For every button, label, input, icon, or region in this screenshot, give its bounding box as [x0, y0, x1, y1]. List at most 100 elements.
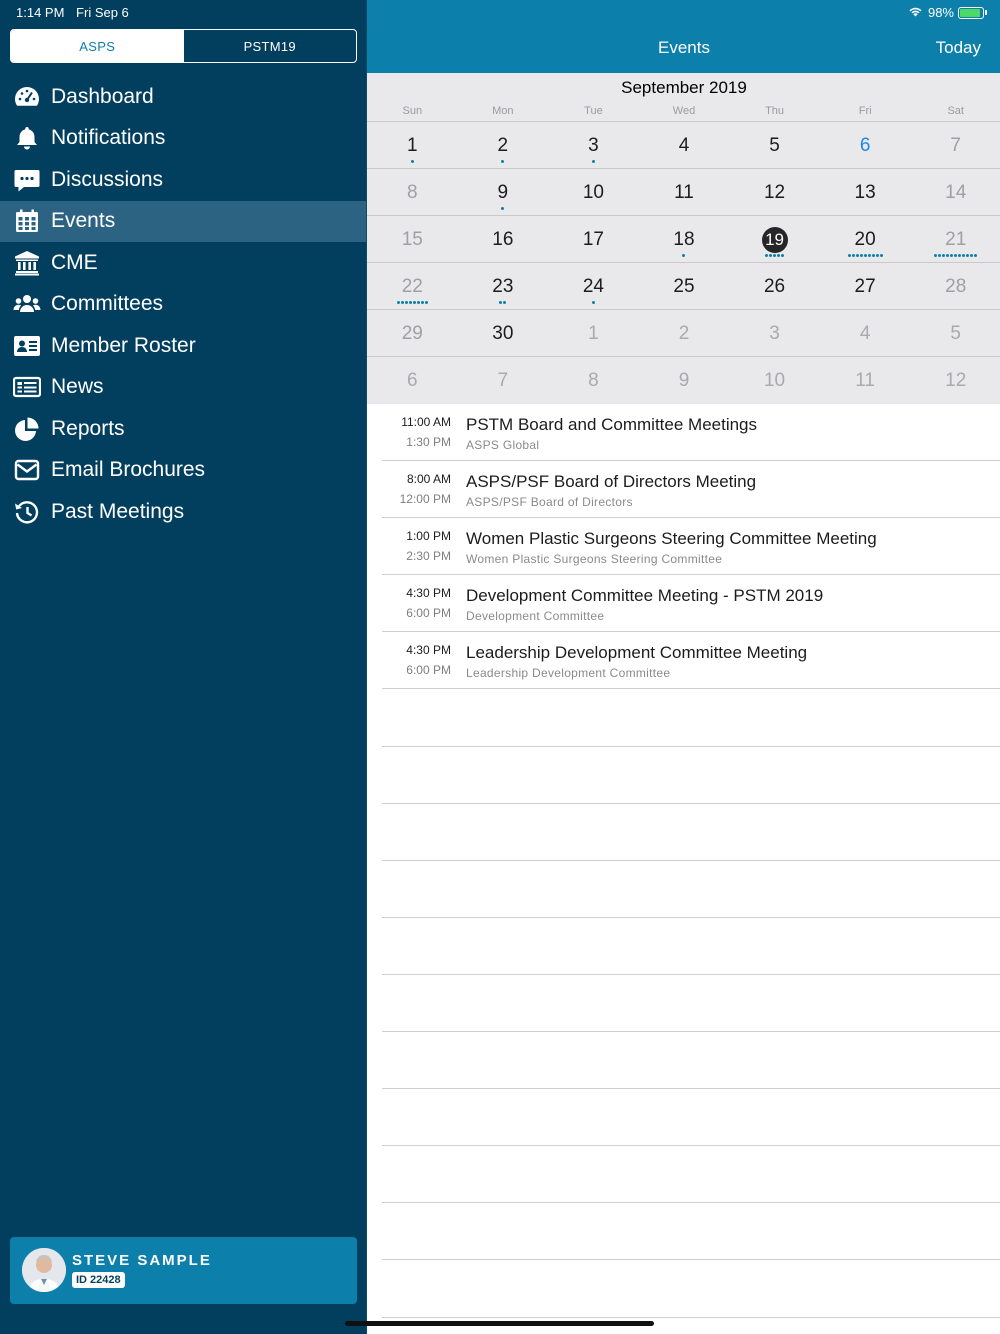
- sidebar-item-label: Reports: [51, 416, 125, 440]
- calendar-day-number: 3: [588, 135, 599, 156]
- event-dot: [501, 207, 505, 211]
- calendar-day[interactable]: 12: [910, 356, 1000, 403]
- calendar-day[interactable]: 5: [729, 121, 820, 168]
- calendar-day[interactable]: 6: [367, 356, 458, 403]
- calendar-day[interactable]: 8: [367, 168, 458, 215]
- calendar-day[interactable]: 11: [819, 356, 911, 403]
- sidebar-item-committees[interactable]: Committees: [0, 284, 366, 326]
- calendar-day[interactable]: 18: [638, 215, 730, 262]
- calendar-day[interactable]: 4: [638, 121, 730, 168]
- empty-list-row: [382, 918, 1000, 975]
- event-row[interactable]: 8:00 AM 12:00 PM ASPS/PSF Board of Directo…: [382, 461, 1000, 519]
- calendar-day[interactable]: 24: [548, 262, 639, 309]
- calendar-day[interactable]: 2: [638, 309, 730, 356]
- calendar-day[interactable]: 26: [729, 262, 820, 309]
- calendar-day[interactable]: 7: [457, 356, 549, 403]
- calendar-day[interactable]: 1: [367, 121, 458, 168]
- calendar-day[interactable]: 1: [548, 309, 639, 356]
- calendar-day[interactable]: 28: [910, 262, 1000, 309]
- event-end-time: 1:30 PM: [406, 435, 451, 449]
- sidebar-item-cme[interactable]: CME: [0, 242, 366, 284]
- calendar-day[interactable]: 12: [729, 168, 820, 215]
- event-dot: [867, 254, 871, 258]
- event-title: ASPS/PSF Board of Directors Meeting: [466, 472, 757, 492]
- calendar-day-number: 10: [582, 182, 604, 204]
- tab-asps[interactable]: ASPS: [11, 30, 184, 62]
- calendar-day[interactable]: 4: [819, 309, 911, 356]
- calendar-day[interactable]: 23: [457, 262, 549, 309]
- sidebar-item-notifications[interactable]: Notifications: [0, 118, 366, 160]
- calendar-day[interactable]: 10: [548, 168, 639, 215]
- calendar-day[interactable]: 21: [910, 215, 1000, 262]
- calendar-day[interactable]: 7: [910, 121, 1000, 168]
- sidebar-item-member-roster[interactable]: Member Roster: [0, 325, 366, 367]
- calendar-day-number: 4: [859, 323, 871, 345]
- event-start-time: 11:00 AM: [401, 415, 451, 429]
- sidebar-item-email-brochures[interactable]: Email Brochures: [0, 450, 366, 492]
- calendar-day-number: 8: [588, 370, 599, 392]
- calendar-day[interactable]: 3: [548, 121, 639, 168]
- calendar-day-number: 12: [763, 182, 786, 204]
- calendar-day[interactable]: 29: [367, 309, 458, 356]
- calendar-day[interactable]: 16: [457, 215, 549, 262]
- calendar-day[interactable]: 20: [819, 215, 911, 262]
- sidebar-item-events[interactable]: Events: [0, 200, 366, 242]
- empty-list-row: [382, 1032, 1000, 1090]
- calendar-day[interactable]: 19: [729, 215, 820, 262]
- profile-card[interactable]: STEVE SAMPLE ID 22428: [10, 1237, 357, 1304]
- calendar-day-number: 22: [401, 276, 423, 298]
- event-dot: [400, 301, 404, 305]
- event-dot: [942, 254, 946, 258]
- event-dot: [503, 301, 507, 305]
- battery-icon: [958, 6, 984, 19]
- sidebar-item-label: Dashboard: [51, 84, 154, 108]
- calendar-day[interactable]: 22: [367, 262, 458, 309]
- calendar-day[interactable]: 11: [638, 168, 730, 215]
- calendar-day[interactable]: 25: [638, 262, 730, 309]
- empty-list-row: [382, 804, 1000, 861]
- sidebar-item-discussions[interactable]: Discussions: [0, 159, 366, 201]
- event-title: Women Plastic Surgeons Steering Committe…: [466, 529, 877, 549]
- sidebar-item-news[interactable]: News: [0, 367, 366, 409]
- calendar-day[interactable]: 9: [457, 168, 549, 215]
- event-dot: [591, 160, 595, 163]
- event-row[interactable]: 4:30 PM 6:00 PM Leadership Development Com…: [382, 632, 1000, 690]
- pie-chart-icon: [11, 415, 43, 443]
- calendar-day[interactable]: 2: [457, 121, 549, 168]
- event-row[interactable]: 1:00 PM 2:30 PM Women Plastic Surgeons Ste…: [382, 518, 1000, 576]
- calendar-day[interactable]: 5: [910, 309, 1000, 356]
- calendar-day[interactable]: 15: [367, 215, 458, 262]
- calendar-day-number: 8: [406, 182, 418, 204]
- event-dot: [859, 254, 863, 258]
- calendar-day[interactable]: 13: [819, 168, 911, 215]
- calendar-day-number: 24: [582, 276, 604, 298]
- calendar-day-number: 17: [582, 229, 604, 251]
- calendar-icon: [11, 207, 43, 235]
- calendar-day-number: 30: [492, 323, 514, 345]
- calendar-day[interactable]: 8: [548, 356, 639, 403]
- sidebar-item-reports[interactable]: Reports: [0, 408, 366, 450]
- calendar-day[interactable]: 17: [548, 215, 639, 262]
- calendar-day[interactable]: 27: [819, 262, 911, 309]
- sidebar-item-dashboard[interactable]: Dashboard: [0, 76, 366, 118]
- sidebar-item-label: CME: [51, 250, 98, 274]
- sidebar-item-past-meetings[interactable]: Past Meetings: [0, 491, 366, 533]
- event-dots: [639, 254, 730, 258]
- calendar-day-number: 11: [855, 370, 875, 392]
- calendar-day[interactable]: 30: [457, 309, 549, 356]
- calendar-day[interactable]: 9: [638, 356, 730, 403]
- profile-name: STEVE SAMPLE: [72, 1252, 212, 1269]
- battery-percent: 98%: [927, 5, 954, 20]
- calendar-day-number: 26: [763, 276, 786, 298]
- calendar-day[interactable]: 6: [819, 121, 911, 168]
- weekday-header: Sun Mon Tue Wed Thu Fri Sat: [367, 101, 1000, 121]
- event-dots: [458, 160, 549, 164]
- event-dot: [954, 254, 958, 258]
- calendar-day[interactable]: 3: [729, 309, 820, 356]
- tab-pstm19[interactable]: PSTM19: [184, 30, 357, 62]
- event-row[interactable]: 4:30 PM 6:00 PM Development Committee Meet…: [382, 575, 1000, 633]
- calendar-day[interactable]: 14: [910, 168, 1000, 215]
- event-row[interactable]: 11:00 AM 1:30 PM PSTM Board and Committee …: [382, 404, 1000, 462]
- today-button[interactable]: Today: [936, 38, 981, 58]
- calendar-day[interactable]: 10: [729, 356, 820, 403]
